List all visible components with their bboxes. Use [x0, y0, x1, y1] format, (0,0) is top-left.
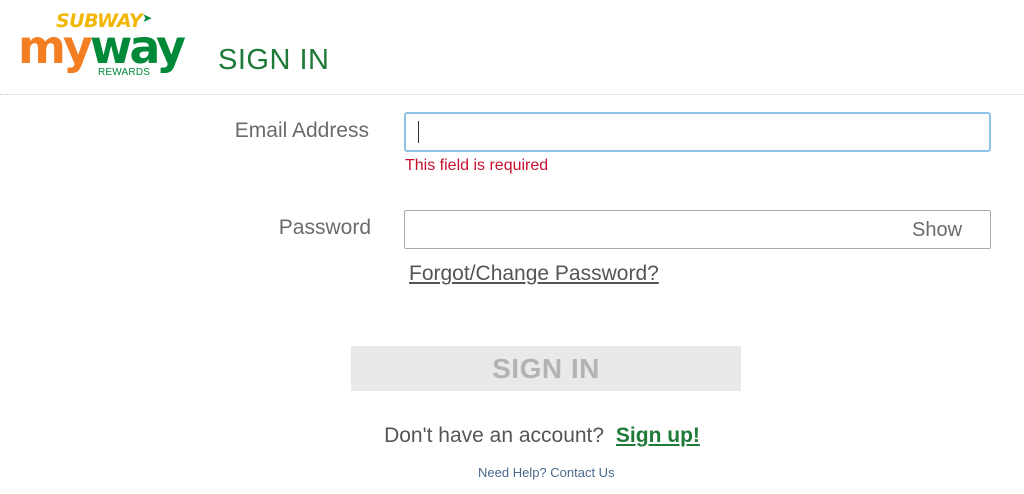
- email-label: Email Address: [234, 119, 369, 142]
- subway-myway-rewards-logo: SUBWAY➤ myway REWARDS: [18, 10, 190, 79]
- contact-help-link[interactable]: Need Help? Contact Us: [478, 465, 615, 480]
- logo-rewards-text: REWARDS: [98, 67, 151, 78]
- text-caret: [418, 121, 419, 143]
- email-field[interactable]: [404, 112, 991, 152]
- email-error-message: This field is required: [405, 157, 549, 174]
- forgot-password-link[interactable]: Forgot/Change Password?: [409, 262, 659, 286]
- sign-in-page: SUBWAY➤ myway REWARDS SIGN IN Email Addr…: [0, 0, 1024, 494]
- page-title: SIGN IN: [218, 44, 330, 76]
- signup-prompt: Don't have an account? Sign up!: [0, 424, 1024, 448]
- password-field[interactable]: [404, 210, 991, 249]
- logo-myway-wordmark: myway: [18, 20, 186, 74]
- header-divider: [0, 94, 1024, 95]
- sign-in-button[interactable]: SIGN IN: [351, 346, 741, 391]
- sign-up-link[interactable]: Sign up!: [616, 424, 700, 447]
- password-label: Password: [278, 216, 371, 239]
- show-password-toggle[interactable]: Show: [912, 219, 962, 242]
- no-account-text: Don't have an account?: [384, 424, 605, 447]
